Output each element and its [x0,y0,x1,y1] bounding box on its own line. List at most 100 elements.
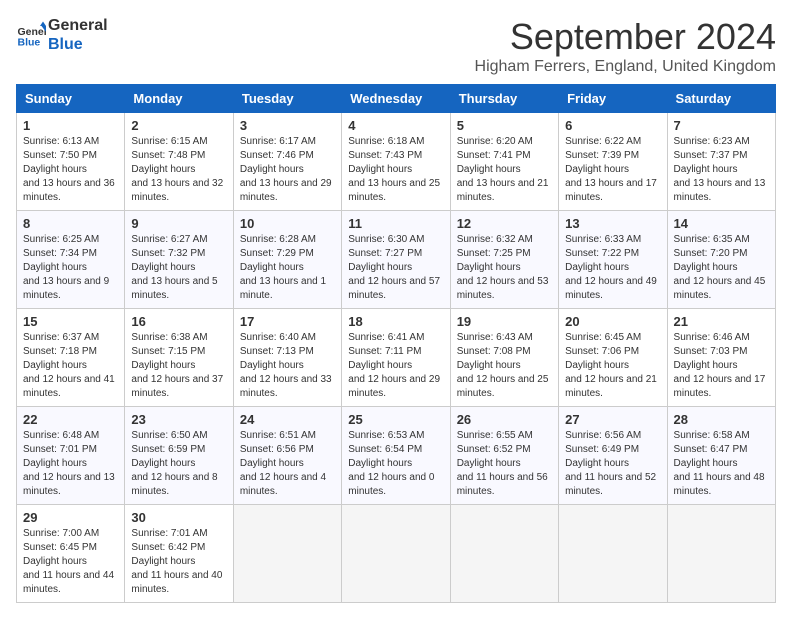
day-number: 23 [131,412,226,427]
day-detail: Sunrise: 7:01 AM Sunset: 6:42 PM Dayligh… [131,527,226,597]
header-wednesday: Wednesday [342,85,450,113]
day-detail: Sunrise: 6:55 AM Sunset: 6:52 PM Dayligh… [457,429,552,499]
day-detail: Sunrise: 6:58 AM Sunset: 6:47 PM Dayligh… [674,429,769,499]
logo: General Blue General Blue [16,16,108,54]
month-title: September 2024 [475,16,776,58]
day-number: 19 [457,314,552,329]
day-detail: Sunrise: 6:20 AM Sunset: 7:41 PM Dayligh… [457,135,552,205]
day-detail: Sunrise: 6:50 AM Sunset: 6:59 PM Dayligh… [131,429,226,499]
calendar-day-cell: 13 Sunrise: 6:33 AM Sunset: 7:22 PM Dayl… [559,211,667,309]
calendar-day-cell: 1 Sunrise: 6:13 AM Sunset: 7:50 PM Dayli… [17,113,125,211]
day-detail: Sunrise: 6:22 AM Sunset: 7:39 PM Dayligh… [565,135,660,205]
calendar-day-cell: 2 Sunrise: 6:15 AM Sunset: 7:48 PM Dayli… [125,113,233,211]
calendar-day-cell: 4 Sunrise: 6:18 AM Sunset: 7:43 PM Dayli… [342,113,450,211]
day-number: 8 [23,216,118,231]
day-number: 5 [457,118,552,133]
day-number: 7 [674,118,769,133]
calendar-week-row: 1 Sunrise: 6:13 AM Sunset: 7:50 PM Dayli… [17,113,776,211]
day-number: 28 [674,412,769,427]
day-detail: Sunrise: 6:53 AM Sunset: 6:54 PM Dayligh… [348,429,443,499]
calendar-day-cell: 9 Sunrise: 6:27 AM Sunset: 7:32 PM Dayli… [125,211,233,309]
day-number: 30 [131,510,226,525]
logo-line1: General [48,16,108,35]
calendar-day-cell: 24 Sunrise: 6:51 AM Sunset: 6:56 PM Dayl… [233,407,341,505]
calendar-day-cell: 26 Sunrise: 6:55 AM Sunset: 6:52 PM Dayl… [450,407,558,505]
day-number: 29 [23,510,118,525]
day-detail: Sunrise: 7:00 AM Sunset: 6:45 PM Dayligh… [23,527,118,597]
day-number: 14 [674,216,769,231]
day-number: 20 [565,314,660,329]
calendar-day-cell: 8 Sunrise: 6:25 AM Sunset: 7:34 PM Dayli… [17,211,125,309]
day-detail: Sunrise: 6:51 AM Sunset: 6:56 PM Dayligh… [240,429,335,499]
calendar-day-cell: 29 Sunrise: 7:00 AM Sunset: 6:45 PM Dayl… [17,505,125,603]
logo-line2: Blue [48,35,108,54]
day-detail: Sunrise: 6:40 AM Sunset: 7:13 PM Dayligh… [240,331,335,401]
calendar-day-cell: 6 Sunrise: 6:22 AM Sunset: 7:39 PM Dayli… [559,113,667,211]
header-sunday: Sunday [17,85,125,113]
calendar-day-cell: 14 Sunrise: 6:35 AM Sunset: 7:20 PM Dayl… [667,211,775,309]
calendar-day-cell: 12 Sunrise: 6:32 AM Sunset: 7:25 PM Dayl… [450,211,558,309]
calendar-week-row: 29 Sunrise: 7:00 AM Sunset: 6:45 PM Dayl… [17,505,776,603]
day-number: 21 [674,314,769,329]
header-friday: Friday [559,85,667,113]
day-detail: Sunrise: 6:43 AM Sunset: 7:08 PM Dayligh… [457,331,552,401]
calendar-day-cell: 20 Sunrise: 6:45 AM Sunset: 7:06 PM Dayl… [559,309,667,407]
day-number: 6 [565,118,660,133]
logo-icon: General Blue [16,20,46,50]
calendar-table: Sunday Monday Tuesday Wednesday Thursday… [16,84,776,603]
header-tuesday: Tuesday [233,85,341,113]
day-number: 4 [348,118,443,133]
day-detail: Sunrise: 6:41 AM Sunset: 7:11 PM Dayligh… [348,331,443,401]
day-detail: Sunrise: 6:48 AM Sunset: 7:01 PM Dayligh… [23,429,118,499]
calendar-day-cell [233,505,341,603]
calendar-day-cell [342,505,450,603]
calendar-day-cell [559,505,667,603]
calendar-day-cell: 17 Sunrise: 6:40 AM Sunset: 7:13 PM Dayl… [233,309,341,407]
calendar-day-cell: 5 Sunrise: 6:20 AM Sunset: 7:41 PM Dayli… [450,113,558,211]
day-number: 9 [131,216,226,231]
calendar-day-cell: 28 Sunrise: 6:58 AM Sunset: 6:47 PM Dayl… [667,407,775,505]
day-detail: Sunrise: 6:46 AM Sunset: 7:03 PM Dayligh… [674,331,769,401]
header-monday: Monday [125,85,233,113]
day-number: 27 [565,412,660,427]
day-number: 3 [240,118,335,133]
calendar-day-cell: 18 Sunrise: 6:41 AM Sunset: 7:11 PM Dayl… [342,309,450,407]
day-number: 24 [240,412,335,427]
calendar-day-cell: 27 Sunrise: 6:56 AM Sunset: 6:49 PM Dayl… [559,407,667,505]
day-detail: Sunrise: 6:27 AM Sunset: 7:32 PM Dayligh… [131,233,226,303]
calendar-day-cell: 7 Sunrise: 6:23 AM Sunset: 7:37 PM Dayli… [667,113,775,211]
day-detail: Sunrise: 6:17 AM Sunset: 7:46 PM Dayligh… [240,135,335,205]
calendar-day-cell: 21 Sunrise: 6:46 AM Sunset: 7:03 PM Dayl… [667,309,775,407]
day-number: 16 [131,314,226,329]
day-number: 2 [131,118,226,133]
header-saturday: Saturday [667,85,775,113]
weekday-header-row: Sunday Monday Tuesday Wednesday Thursday… [17,85,776,113]
calendar-day-cell: 16 Sunrise: 6:38 AM Sunset: 7:15 PM Dayl… [125,309,233,407]
day-number: 15 [23,314,118,329]
day-number: 25 [348,412,443,427]
day-number: 26 [457,412,552,427]
calendar-day-cell: 25 Sunrise: 6:53 AM Sunset: 6:54 PM Dayl… [342,407,450,505]
day-number: 17 [240,314,335,329]
calendar-day-cell: 10 Sunrise: 6:28 AM Sunset: 7:29 PM Dayl… [233,211,341,309]
day-number: 13 [565,216,660,231]
svg-text:Blue: Blue [18,37,41,49]
day-detail: Sunrise: 6:13 AM Sunset: 7:50 PM Dayligh… [23,135,118,205]
day-detail: Sunrise: 6:28 AM Sunset: 7:29 PM Dayligh… [240,233,335,303]
day-detail: Sunrise: 6:35 AM Sunset: 7:20 PM Dayligh… [674,233,769,303]
calendar-week-row: 22 Sunrise: 6:48 AM Sunset: 7:01 PM Dayl… [17,407,776,505]
day-number: 1 [23,118,118,133]
day-detail: Sunrise: 6:32 AM Sunset: 7:25 PM Dayligh… [457,233,552,303]
calendar-day-cell: 3 Sunrise: 6:17 AM Sunset: 7:46 PM Dayli… [233,113,341,211]
day-detail: Sunrise: 6:56 AM Sunset: 6:49 PM Dayligh… [565,429,660,499]
calendar-day-cell: 30 Sunrise: 7:01 AM Sunset: 6:42 PM Dayl… [125,505,233,603]
calendar-day-cell: 19 Sunrise: 6:43 AM Sunset: 7:08 PM Dayl… [450,309,558,407]
calendar-week-row: 8 Sunrise: 6:25 AM Sunset: 7:34 PM Dayli… [17,211,776,309]
day-detail: Sunrise: 6:23 AM Sunset: 7:37 PM Dayligh… [674,135,769,205]
calendar-day-cell: 23 Sunrise: 6:50 AM Sunset: 6:59 PM Dayl… [125,407,233,505]
day-detail: Sunrise: 6:18 AM Sunset: 7:43 PM Dayligh… [348,135,443,205]
calendar-day-cell [667,505,775,603]
title-section: September 2024 Higham Ferrers, England, … [475,16,776,76]
day-detail: Sunrise: 6:15 AM Sunset: 7:48 PM Dayligh… [131,135,226,205]
day-number: 10 [240,216,335,231]
